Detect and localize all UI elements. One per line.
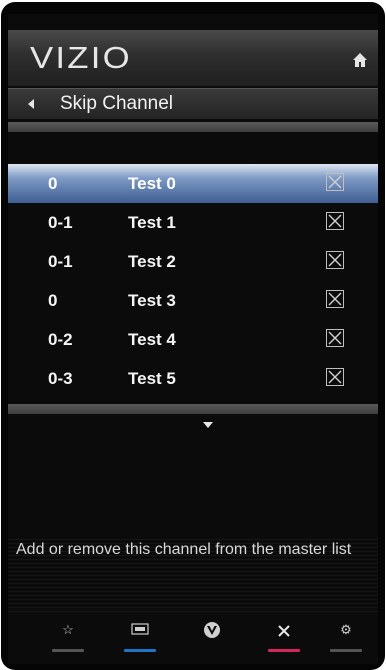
button-color-line (124, 649, 156, 652)
skip-checkbox[interactable] (326, 368, 344, 386)
channel-number: 0-1 (48, 252, 73, 271)
channel-number: 0-3 (48, 369, 73, 388)
channel-list: 0 Test 0 0-1 Test 1 0-1 Test 2 0 Test 3 … (8, 164, 378, 398)
divider (8, 122, 378, 132)
skip-checkbox[interactable] (326, 173, 344, 191)
scroll-down-arrow-icon[interactable] (203, 422, 213, 428)
bottom-button-bar: ☆ ⚙ (8, 612, 378, 664)
star-button[interactable]: ☆ (48, 622, 88, 652)
button-color-line (268, 649, 300, 652)
x-mark-icon (328, 253, 342, 267)
page-title: Skip Channel (60, 93, 174, 114)
help-text: Add or remove this channel from the mast… (16, 541, 352, 558)
channel-number: 0-2 (48, 330, 73, 349)
skip-checkbox[interactable] (326, 329, 344, 347)
vizio-logo: VIZIO (30, 40, 132, 75)
divider (8, 404, 378, 414)
x-mark-icon (328, 331, 342, 345)
channel-name: Test 5 (128, 369, 176, 388)
close-icon (278, 625, 290, 637)
channel-name: Test 0 (128, 174, 176, 193)
button-color-line (52, 649, 84, 652)
button-color-line (330, 649, 362, 652)
skip-checkbox[interactable] (326, 251, 344, 269)
gear-icon: ⚙ (340, 622, 352, 637)
channel-name: Test 3 (128, 291, 176, 310)
channel-number: 0 (48, 291, 58, 310)
back-arrow-icon[interactable] (28, 99, 34, 109)
channel-row[interactable]: 0-1 Test 1 (8, 203, 378, 242)
title-bar: Skip Channel (8, 88, 378, 119)
vizio-button[interactable] (192, 622, 232, 652)
x-mark-icon (328, 214, 342, 228)
channel-name: Test 2 (128, 252, 176, 271)
exit-button[interactable] (264, 622, 304, 652)
settings-button[interactable]: ⚙ (326, 622, 366, 652)
top-bar: VIZIO (8, 30, 378, 86)
channel-row[interactable]: 0-1 Test 2 (8, 242, 378, 281)
channel-number: 0-1 (48, 213, 73, 232)
channel-row[interactable]: 0-3 Test 5 (8, 359, 378, 398)
vizio-v-icon (204, 622, 220, 638)
channel-name: Test 4 (128, 330, 176, 349)
x-mark-icon (328, 175, 342, 189)
skip-checkbox[interactable] (326, 212, 344, 230)
channel-number: 0 (48, 174, 58, 193)
home-icon[interactable] (352, 52, 368, 68)
channel-row[interactable]: 0 Test 0 (8, 164, 378, 203)
input-button[interactable] (120, 622, 160, 652)
channel-row[interactable]: 0-2 Test 4 (8, 320, 378, 359)
channel-name: Test 1 (128, 213, 176, 232)
channel-row[interactable]: 0 Test 3 (8, 281, 378, 320)
input-icon (131, 623, 149, 635)
star-icon: ☆ (62, 622, 74, 637)
x-mark-icon (328, 292, 342, 306)
skip-checkbox[interactable] (326, 290, 344, 308)
x-mark-icon (328, 370, 342, 384)
